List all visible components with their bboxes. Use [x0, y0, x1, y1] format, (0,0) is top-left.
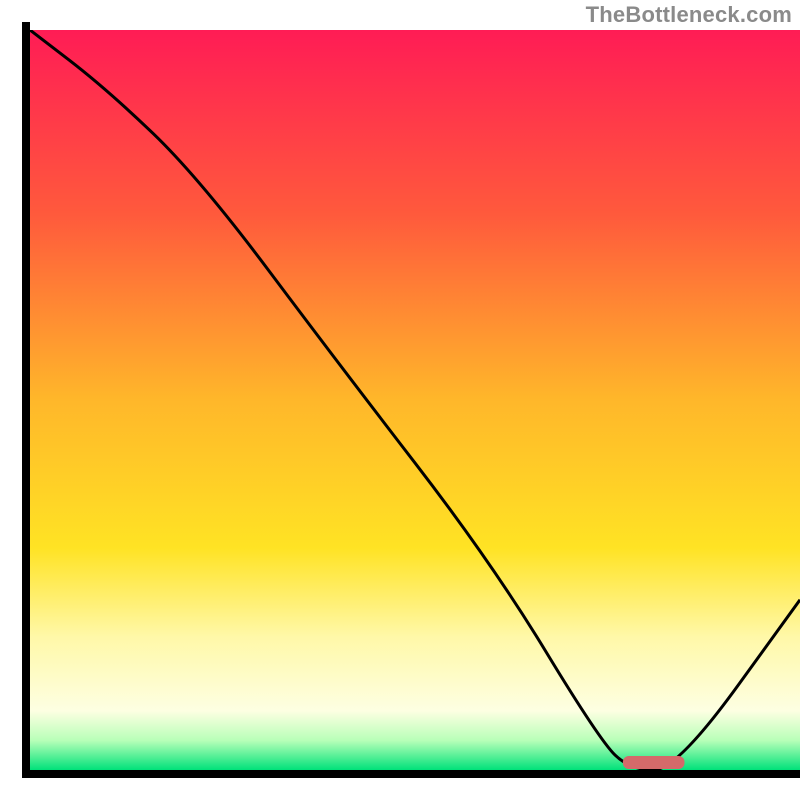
- y-axis: [22, 22, 30, 778]
- chart-container: { "watermark": "TheBottleneck.com", "cha…: [0, 0, 800, 800]
- x-axis: [22, 770, 800, 778]
- watermark-text: TheBottleneck.com: [586, 2, 792, 28]
- bottleneck-chart: [0, 0, 800, 800]
- optimal-range-marker: [623, 756, 685, 769]
- gradient-background: [30, 30, 800, 770]
